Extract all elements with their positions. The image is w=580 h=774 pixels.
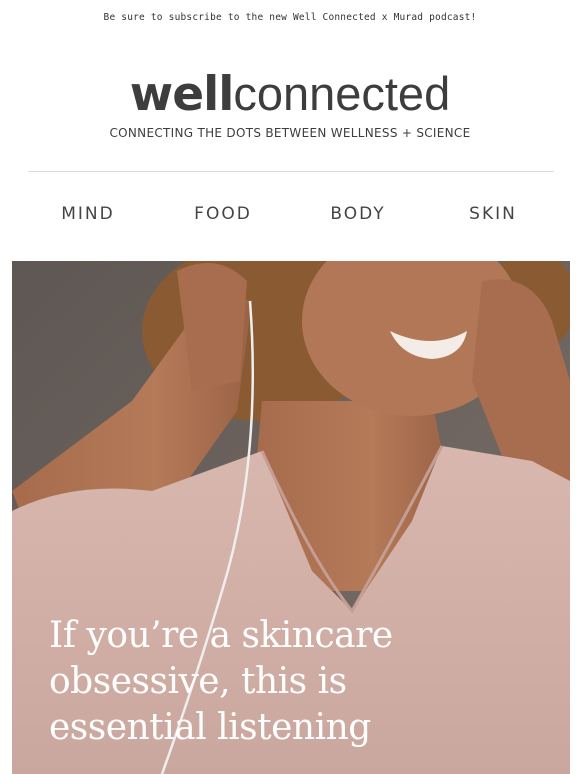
nav-item-body[interactable]: BODY xyxy=(330,204,385,224)
hero-headline-line: If you’re a skincare xyxy=(49,615,393,656)
category-nav: MIND FOOD BODY SKIN xyxy=(0,204,580,228)
hero-headline: If you’re a skincare obsessive, this is … xyxy=(49,613,529,751)
preheader-text[interactable]: Be sure to subscribe to the new Well Con… xyxy=(0,12,580,23)
brand-logo[interactable]: wellconnected xyxy=(0,68,580,121)
brand-logo-light: connected xyxy=(233,67,451,120)
hero-banner[interactable]: If you’re a skincare obsessive, this is … xyxy=(12,261,570,774)
brand-tagline: CONNECTING THE DOTS BETWEEN WELLNESS + S… xyxy=(109,126,471,140)
hero-headline-line: essential listening xyxy=(49,707,371,748)
nav-item-food[interactable]: FOOD xyxy=(194,204,252,224)
hero-headline-line: obsessive, this is xyxy=(49,661,347,702)
header-divider xyxy=(28,171,554,172)
nav-item-mind[interactable]: MIND xyxy=(61,204,115,224)
brand-logo-bold: well xyxy=(129,67,235,122)
nav-item-skin[interactable]: SKIN xyxy=(469,204,517,224)
